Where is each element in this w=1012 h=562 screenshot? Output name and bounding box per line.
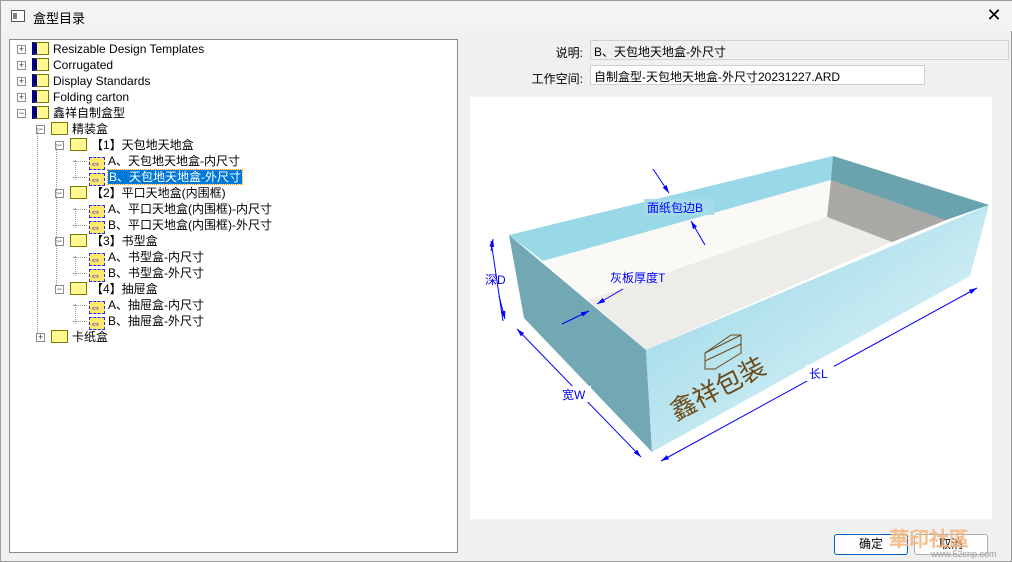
tree-item-label: B、书型盒-外尺寸 bbox=[108, 266, 205, 280]
tree-item[interactable]: ⇔ A、平口天地盒(内围框)-内尺寸 bbox=[89, 201, 272, 218]
tree-connector bbox=[75, 208, 76, 228]
folder-icon bbox=[51, 122, 68, 135]
tree-item[interactable]: 【4】抽屉盒 bbox=[70, 281, 158, 297]
expand-icon[interactable]: + bbox=[17, 61, 26, 70]
tree-item[interactable]: ⇔ B、平口天地盒(内围框)-外尺寸 bbox=[89, 217, 272, 234]
tree-item-label: 【2】平口天地盒(内围框) bbox=[91, 186, 226, 200]
folder-icon bbox=[70, 282, 87, 295]
tree-item[interactable]: Corrugated bbox=[32, 57, 113, 73]
tree-item[interactable]: 精装盒 bbox=[51, 121, 108, 137]
folder-icon bbox=[70, 186, 87, 199]
library-folder-icon bbox=[32, 90, 49, 103]
tree-item[interactable]: ⇔ A、抽屉盒-内尺寸 bbox=[89, 297, 205, 314]
tree-item[interactable]: 【3】书型盒 bbox=[70, 233, 158, 249]
library-folder-icon bbox=[32, 42, 49, 55]
expand-icon[interactable]: + bbox=[17, 45, 26, 54]
tree-item[interactable]: ⇔ A、书型盒-内尺寸 bbox=[89, 249, 205, 266]
tree-item-label: Resizable Design Templates bbox=[53, 42, 205, 56]
tree-connector bbox=[37, 128, 38, 333]
box-preview: 鑫祥包装 面纸包边B 深D 灰板厚度T 宽W 长L bbox=[470, 97, 992, 519]
collapse-icon[interactable]: − bbox=[55, 285, 64, 294]
library-folder-icon bbox=[32, 106, 49, 119]
workspace-field[interactable]: 自制盒型-天包地天地盒-外尺寸20231227.ARD bbox=[590, 65, 925, 85]
tree-item[interactable]: ⇔ A、天包地天地盒-内尺寸 bbox=[89, 153, 241, 170]
folder-icon bbox=[70, 138, 87, 151]
tree-item-label: 卡纸盒 bbox=[72, 330, 109, 344]
tree-item[interactable]: ⇔ B、天包地天地盒-外尺寸 bbox=[89, 169, 244, 186]
title-bar: 盒型目录 ✕ bbox=[1, 1, 1012, 31]
box-illustration: 鑫祥包装 面纸包边B 深D 灰板厚度T 宽W 长L bbox=[485, 156, 989, 462]
app-icon bbox=[11, 10, 25, 22]
tree-item-label: A、平口天地盒(内围框)-内尺寸 bbox=[108, 202, 272, 216]
tree-item-label: 鑫祥自制盒型 bbox=[53, 106, 126, 120]
expand-icon[interactable]: + bbox=[17, 93, 26, 102]
tree-connector bbox=[75, 304, 76, 324]
tree-connector bbox=[75, 160, 76, 180]
tree-item[interactable]: ⇔ B、书型盒-外尺寸 bbox=[89, 265, 205, 282]
close-button[interactable]: ✕ bbox=[983, 5, 1005, 27]
tree-connector bbox=[75, 256, 76, 276]
description-label: 说明: bbox=[555, 46, 583, 60]
tree-item[interactable]: ⇔ B、抽屉盒-外尺寸 bbox=[89, 313, 205, 330]
label-width: 宽W bbox=[562, 387, 586, 402]
tree-item[interactable]: Resizable Design Templates bbox=[32, 41, 204, 57]
tree-item[interactable]: Folding carton bbox=[32, 89, 129, 105]
tree-item-label: 【3】书型盒 bbox=[91, 234, 158, 248]
tree-item-label: B、抽屉盒-外尺寸 bbox=[108, 314, 205, 328]
design-tree[interactable]: Resizable Design Templates + Corrugated + Di… bbox=[9, 39, 458, 553]
tree-item[interactable]: Display Standards bbox=[32, 73, 150, 89]
folder-icon bbox=[51, 330, 68, 343]
tree-item[interactable]: 【1】天包地天地盒 bbox=[70, 137, 194, 153]
watermark: 華印社區 bbox=[889, 529, 969, 551]
expand-icon[interactable]: + bbox=[36, 333, 45, 342]
expand-icon[interactable]: + bbox=[17, 77, 26, 86]
collapse-icon[interactable]: − bbox=[17, 109, 26, 118]
library-folder-icon bbox=[32, 58, 49, 71]
tree-item[interactable]: 【2】平口天地盒(内围框) bbox=[70, 185, 226, 201]
tree-item[interactable]: 鑫祥自制盒型 bbox=[32, 105, 125, 121]
label-board: 灰板厚度T bbox=[610, 270, 666, 285]
tree-item-label: A、天包地天地盒-内尺寸 bbox=[108, 154, 241, 168]
tree-item-label: Corrugated bbox=[53, 58, 114, 72]
tree-item-label: A、书型盒-内尺寸 bbox=[108, 250, 205, 264]
folder-icon bbox=[70, 234, 87, 247]
tree-connector bbox=[56, 144, 57, 285]
tree-item-label: Display Standards bbox=[53, 74, 151, 88]
watermark-url: www.52cnp.com bbox=[931, 549, 997, 559]
library-folder-icon bbox=[32, 74, 49, 87]
tree-item-label: 精装盒 bbox=[72, 122, 109, 136]
tree-item[interactable]: 卡纸盒 bbox=[51, 329, 108, 345]
workspace-label: 工作空间: bbox=[531, 72, 583, 86]
label-wrap: 面纸包边B bbox=[647, 201, 703, 215]
tree-item-label: B、天包地天地盒-外尺寸 bbox=[106, 169, 244, 185]
window-title: 盒型目录 bbox=[33, 11, 86, 26]
tree-item-label: 【4】抽屉盒 bbox=[91, 282, 158, 296]
label-length: 长L bbox=[809, 367, 828, 381]
tree-item-label: 【1】天包地天地盒 bbox=[91, 138, 194, 152]
description-field: B、天包地天地盒-外尺寸 bbox=[590, 40, 1009, 60]
tree-item-label: A、抽屉盒-内尺寸 bbox=[108, 298, 205, 312]
tree-item-label: B、平口天地盒(内围框)-外尺寸 bbox=[108, 218, 272, 232]
label-depth: 深D bbox=[485, 273, 506, 287]
tree-item-label: Folding carton bbox=[53, 90, 130, 104]
